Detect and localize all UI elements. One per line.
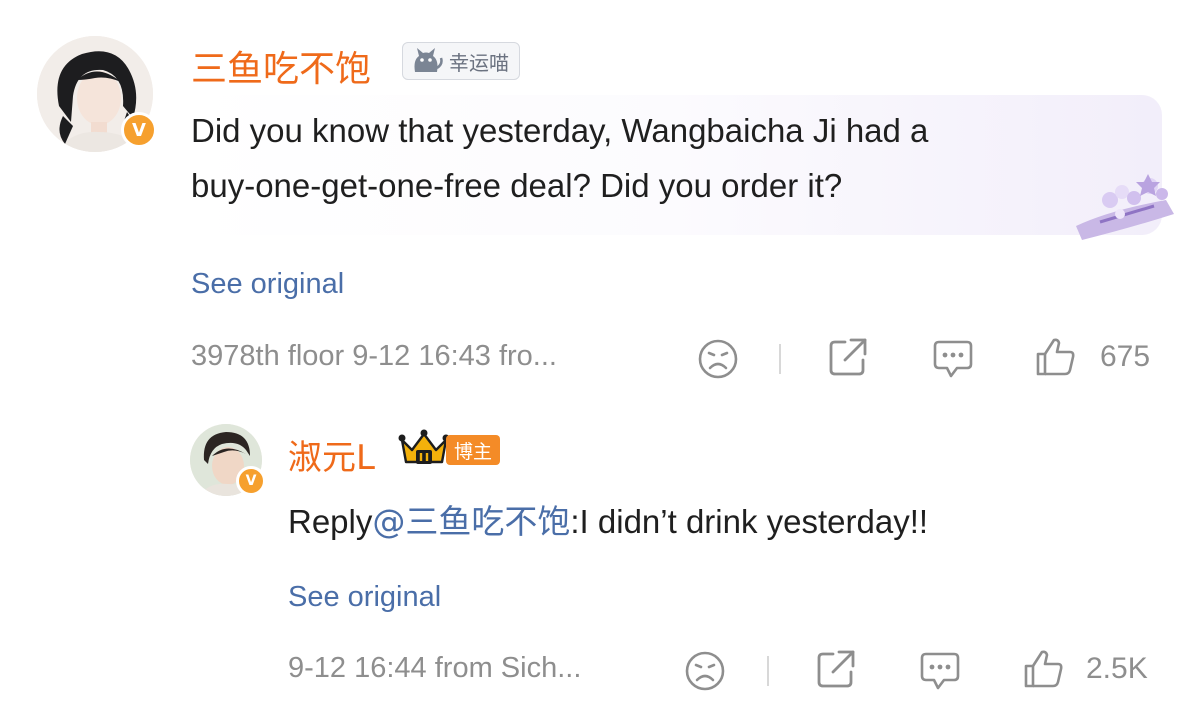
commenter-avatar[interactable]: V [37,36,157,152]
like-count: 675 [1100,340,1151,373]
reply-dislike-face-icon[interactable] [684,650,726,697]
comment-meta: 3978th floor 9-12 16:43 fro... [191,340,557,372]
verified-badge-icon: V [121,112,157,148]
comment-thread: V 三鱼吃不饱 幸运喵 Did you know that yesterday,… [0,0,1199,706]
blogger-badge[interactable]: 博主 [398,429,501,468]
comment-text-line-1: Did you know that yesterday, Wangbaicha … [191,112,929,149]
mention-link[interactable]: @三鱼吃不饱 [372,502,570,541]
like-thumb-icon[interactable] [1034,336,1078,383]
reply-meta: 9-12 16:44 from Sich... [288,652,582,684]
tag-label: 幸运喵 [449,50,509,75]
bubble-decoration-icon [1070,170,1180,247]
dislike-face-icon[interactable] [697,338,739,385]
blogger-label: 博主 [446,435,501,465]
lucky-cat-tag[interactable]: 幸运喵 [402,42,520,80]
cat-icon [409,44,443,79]
reply-comment-icon[interactable] [918,650,962,697]
crown-icon [398,428,450,473]
reply-action-divider [767,656,769,686]
comment-text-line-2: buy-one-get-one-free deal? Did you order… [191,167,843,204]
reply-see-original-link[interactable]: See original [288,581,441,614]
reply-share-icon[interactable] [815,648,857,695]
replier-avatar[interactable]: V [190,424,266,496]
see-original-link[interactable]: See original [191,268,344,301]
reply-like-count: 2.5K [1086,652,1148,685]
reply-like-thumb-icon[interactable] [1022,648,1066,695]
replier-username[interactable]: 淑元L [288,430,375,479]
reply-text: Reply@三鱼吃不饱:I didn’t drink yesterday!! [288,495,928,549]
commenter-username[interactable]: 三鱼吃不饱 [191,40,371,92]
verified-badge-icon: V [236,466,266,496]
reply-body: :I didn’t drink yesterday!! [570,503,929,540]
action-divider [779,344,781,374]
share-icon[interactable] [827,336,869,383]
comment-icon[interactable] [931,338,975,385]
reply-prefix: Reply [288,503,373,540]
